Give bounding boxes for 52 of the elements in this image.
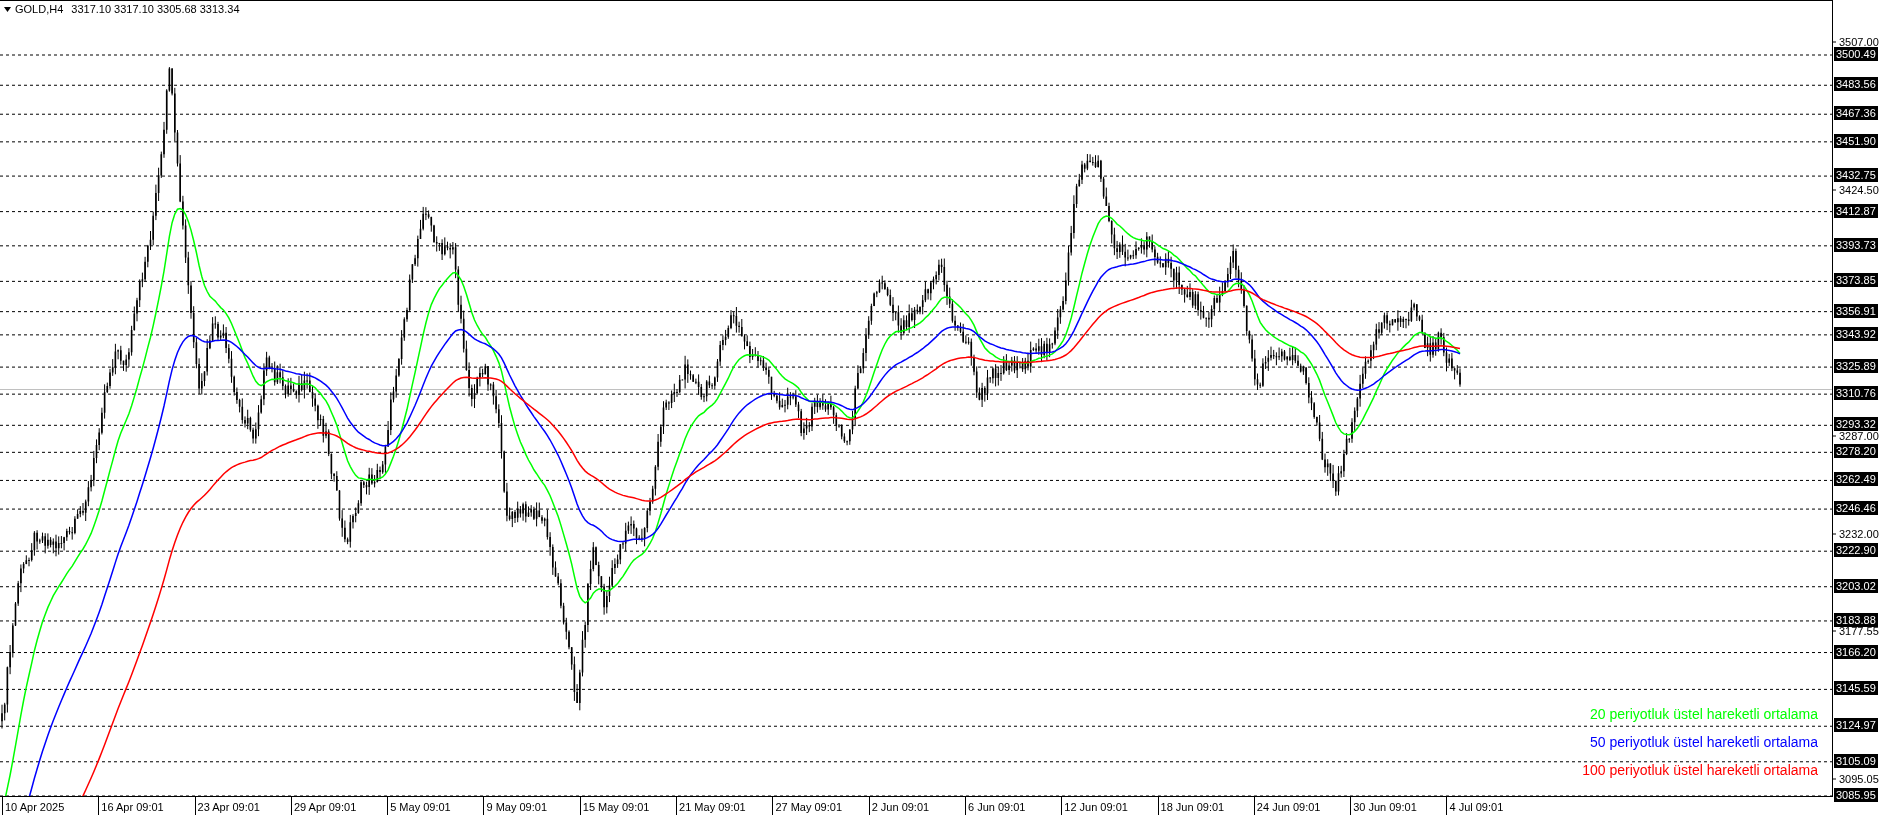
price-level-label: 3432.75 [1834,168,1878,183]
time-label: 4 Jul 09:01 [1446,797,1543,815]
price-level-label: 3467.36 [1834,106,1878,121]
legend-label: 50 periyotluk üstel hareketli ortalama [1590,734,1818,750]
price-level-label: 3105.09 [1834,753,1878,768]
price-level-label: 3325.89 [1834,359,1878,374]
time-label: 18 Jun 09:01 [1157,797,1254,815]
price-level-label: 3262.49 [1834,472,1878,487]
legend-label: 20 periyotluk üstel hareketli ortalama [1590,706,1818,722]
price-level-label: 3203.02 [1834,578,1878,593]
time-label: 5 May 09:01 [387,797,484,815]
time-label: 21 May 09:01 [676,797,773,815]
time-label: 30 Jun 09:01 [1350,797,1447,815]
price-tick-label: 3424.50 [1839,183,1879,197]
symbol-label: GOLD,H4 [15,3,64,15]
price-level-label: 3246.46 [1834,501,1878,516]
price-tick-label: 3095.05 [1839,772,1879,786]
time-label: 6 Jun 09:01 [964,797,1062,815]
time-label: 9 May 09:01 [483,797,580,815]
price-level-label: 3500.49 [1834,47,1878,61]
price-tick-label: 3232.00 [1839,527,1879,541]
price-level-label: 3373.85 [1834,273,1878,288]
time-label: 27 May 09:01 [772,797,869,815]
price-tick-label: 3177.55 [1839,624,1879,638]
dropdown-triangle-icon[interactable] [4,6,11,12]
price-level-label: 3166.20 [1834,644,1878,659]
time-label: 24 Jun 09:01 [1253,797,1351,815]
time-label: 16 Apr 09:01 [98,797,195,815]
time-label: 15 May 09:01 [579,797,677,815]
price-level-label: 3085.95 [1834,788,1878,802]
price-level-label: 3124.97 [1834,718,1878,733]
time-label: 29 Apr 09:01 [290,797,388,815]
price-level-label: 3356.91 [1834,303,1878,318]
price-level-label: 3483.56 [1834,77,1878,92]
price-level-label: 3222.90 [1834,543,1878,558]
legend-label: 100 periyotluk üstel hareketli ortalama [1582,762,1818,778]
price-tick-label: 3507.00 [1839,35,1879,49]
time-label: 23 Apr 09:01 [194,797,291,815]
price-level-label: 3293.32 [1834,417,1878,432]
time-label: 10 Apr 2025 [2,797,99,815]
time-label: 2 Jun 09:01 [868,797,965,815]
price-level-label: 3183.88 [1834,612,1878,627]
price-level-label: 3412.87 [1834,203,1878,218]
price-level-label: 3451.90 [1834,133,1878,148]
price-level-label: 3145.59 [1834,681,1878,696]
price-level-label: 3310.76 [1834,386,1878,401]
price-level-label: 3343.92 [1834,326,1878,341]
price-tick-label: 3287.00 [1839,429,1879,443]
time-label: 12 Jun 09:01 [1061,797,1158,815]
price-level-label: 3393.73 [1834,237,1878,252]
ohlc-values: 3317.10 3317.10 3305.68 3313.34 [71,3,240,15]
price-level-label: 3278.20 [1834,444,1878,459]
